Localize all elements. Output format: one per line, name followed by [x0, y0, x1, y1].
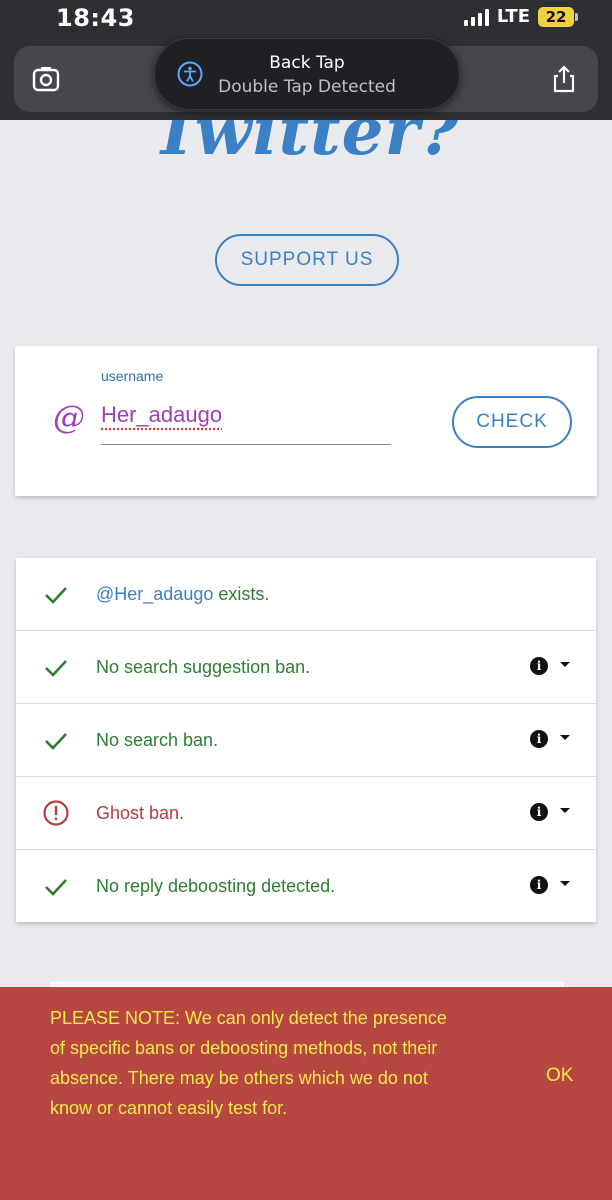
camera-lens-icon[interactable] — [30, 63, 62, 95]
username-search-card: username @ Her_adaugo CHECK — [15, 346, 597, 496]
results-list: @Her_adaugo exists. No search suggestion… — [16, 558, 596, 922]
notice-text: PLEASE NOTE: We can only detect the pres… — [50, 1008, 447, 1118]
username-link[interactable]: @Her_adaugo — [96, 584, 213, 604]
notice-banner: PLEASE NOTE: We can only detect the pres… — [0, 987, 612, 1200]
browser-chrome: 18:43 LTE 22 Back Tap Double Tap Detecte… — [0, 0, 612, 120]
result-label: No search ban. — [96, 729, 219, 750]
username-label: username — [101, 368, 164, 384]
battery-icon: 22 — [538, 6, 578, 27]
alert-circle-icon — [43, 800, 69, 826]
username-input[interactable]: Her_adaugo — [101, 402, 222, 428]
info-icon[interactable]: i — [530, 803, 548, 821]
chevron-down-icon[interactable] — [560, 735, 570, 740]
checkmark-icon — [45, 879, 67, 896]
input-underline — [101, 444, 391, 445]
result-row-ghost-ban[interactable]: Ghost ban. i — [16, 777, 596, 850]
chevron-down-icon[interactable] — [560, 662, 570, 667]
notice-ok-button[interactable]: OK — [546, 1065, 573, 1087]
hud-title: Back Tap — [269, 53, 345, 73]
info-icon[interactable]: i — [530, 730, 548, 748]
status-indicators: LTE 22 — [463, 6, 578, 27]
back-tap-banner: Back Tap Double Tap Detected — [154, 38, 460, 110]
chevron-down-icon[interactable] — [560, 881, 570, 886]
result-label: No reply deboosting detected. — [96, 875, 336, 896]
checkmark-icon — [45, 587, 67, 604]
signal-icon — [463, 8, 489, 26]
result-row-search-ban[interactable]: No search ban. i — [16, 704, 596, 777]
chevron-down-icon[interactable] — [560, 808, 570, 813]
at-sign-icon: @ — [53, 398, 85, 436]
result-text: @Her_adaugo exists. — [96, 584, 269, 605]
checkmark-icon — [45, 733, 67, 750]
network-type: LTE — [496, 6, 530, 27]
info-icon[interactable]: i — [530, 876, 548, 894]
result-label: Ghost ban. — [96, 802, 185, 823]
check-button[interactable]: CHECK — [452, 396, 572, 448]
result-label: exists. — [213, 583, 270, 604]
info-icon[interactable]: i — [530, 657, 548, 675]
share-icon[interactable] — [548, 63, 580, 95]
status-time: 18:43 — [56, 4, 135, 32]
result-row-search-suggestion[interactable]: No search suggestion ban. i — [16, 631, 596, 704]
result-row-reply-deboosting[interactable]: No reply deboosting detected. i — [16, 850, 596, 922]
result-row-exists: @Her_adaugo exists. — [16, 558, 596, 631]
checkmark-icon — [45, 660, 67, 677]
support-us-button[interactable]: SUPPORT US — [215, 234, 399, 286]
hud-subtitle: Double Tap Detected — [218, 77, 396, 97]
result-label: No search suggestion ban. — [96, 656, 311, 677]
